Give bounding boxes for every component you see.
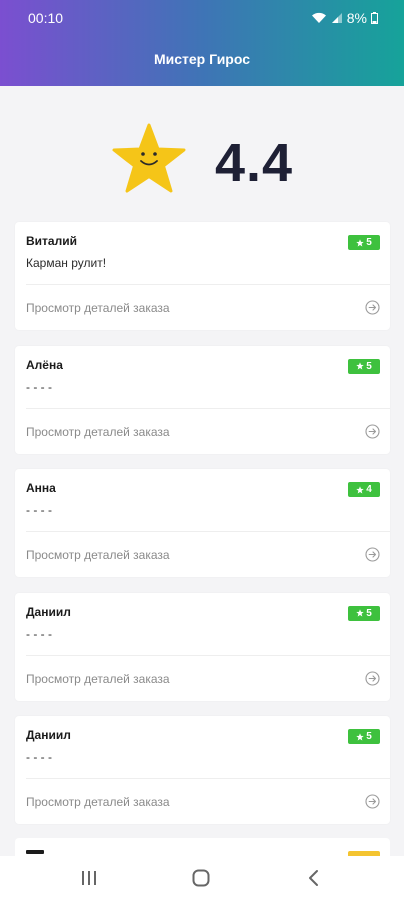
order-details-link[interactable]: Просмотр деталей заказа bbox=[26, 301, 170, 315]
order-details-link[interactable]: Просмотр деталей заказа bbox=[26, 425, 170, 439]
divider bbox=[26, 654, 390, 656]
review-card[interactable]: Анна 4 - - - - Просмотр деталей заказа bbox=[15, 469, 390, 577]
review-list: Виталий 5 Карман рулит! Просмотр деталей… bbox=[15, 222, 390, 840]
rating-score: 5 bbox=[366, 360, 372, 372]
rating-badge: 5 bbox=[348, 358, 380, 374]
smiling-star-icon bbox=[112, 123, 186, 193]
rating-score: 5 bbox=[366, 607, 372, 619]
review-comment: - - - - bbox=[26, 626, 52, 641]
reviewer-name-clipped bbox=[26, 850, 44, 854]
divider bbox=[26, 407, 390, 409]
reviewer-name: Алёна bbox=[26, 357, 63, 372]
home-icon[interactable] bbox=[191, 868, 211, 888]
review-comment: - - - - bbox=[26, 503, 52, 517]
reviewer-name: Даниил bbox=[26, 728, 71, 742]
review-comment: - - - - bbox=[26, 379, 52, 394]
recents-icon[interactable] bbox=[80, 868, 98, 888]
arrow-circle-icon[interactable] bbox=[365, 794, 380, 809]
status-time: 00:10 bbox=[28, 10, 64, 26]
review-comment: - - - - bbox=[26, 750, 52, 764]
reviewer-name: Даниил bbox=[26, 604, 71, 619]
average-rating: 4.4 bbox=[215, 133, 294, 193]
review-card[interactable]: Алёна 5 - - - - Просмотр деталей заказа bbox=[15, 345, 390, 454]
order-details-link[interactable]: Просмотр деталей заказа bbox=[26, 672, 170, 686]
status-bar: 00:10 8% bbox=[0, 0, 404, 36]
arrow-circle-icon[interactable] bbox=[365, 300, 380, 315]
arrow-circle-icon[interactable] bbox=[365, 670, 380, 686]
star-icon bbox=[356, 362, 364, 370]
rating-badge: 5 bbox=[348, 605, 380, 621]
signal-icon bbox=[331, 13, 342, 23]
rating-score: 4 bbox=[366, 484, 372, 495]
star-icon bbox=[356, 609, 364, 617]
order-details-link[interactable]: Просмотр деталей заказа bbox=[26, 795, 170, 809]
arrow-circle-icon[interactable] bbox=[365, 547, 380, 562]
review-card[interactable]: Даниил 5 - - - - Просмотр деталей заказа bbox=[15, 716, 390, 824]
review-card[interactable]: Даниил 5 - - - - Просмотр деталей заказа bbox=[15, 592, 390, 701]
rating-badge: 5 bbox=[348, 729, 380, 744]
divider bbox=[26, 778, 390, 779]
wifi-icon bbox=[311, 12, 326, 23]
rating-summary: 4.4 bbox=[0, 86, 404, 220]
reviewer-name: Анна bbox=[26, 481, 56, 495]
rating-badge: 4 bbox=[348, 482, 380, 497]
app-header: 00:10 8% Мистер Гирос bbox=[0, 0, 404, 86]
order-details-link[interactable]: Просмотр деталей заказа bbox=[26, 548, 170, 562]
rating-score: 5 bbox=[366, 237, 372, 248]
reviewer-name: Виталий bbox=[26, 234, 77, 248]
divider bbox=[26, 531, 390, 532]
arrow-circle-icon[interactable] bbox=[365, 423, 380, 439]
rating-badge: 5 bbox=[348, 235, 380, 250]
review-comment: Карман рулит! bbox=[26, 256, 107, 270]
divider bbox=[26, 284, 390, 285]
star-icon bbox=[356, 485, 364, 493]
rating-score: 5 bbox=[366, 731, 372, 742]
star-icon bbox=[356, 238, 364, 246]
battery-percent: 8% bbox=[346, 10, 367, 26]
star-icon bbox=[356, 732, 364, 740]
back-icon[interactable] bbox=[305, 868, 323, 888]
status-icons: 8% bbox=[311, 10, 378, 26]
review-card[interactable]: Виталий 5 Карман рулит! Просмотр деталей… bbox=[15, 222, 390, 330]
page-title: Мистер Гирос bbox=[153, 51, 251, 67]
battery-icon bbox=[371, 12, 378, 24]
review-card-partial[interactable] bbox=[15, 838, 390, 858]
system-nav-bar bbox=[0, 856, 404, 900]
